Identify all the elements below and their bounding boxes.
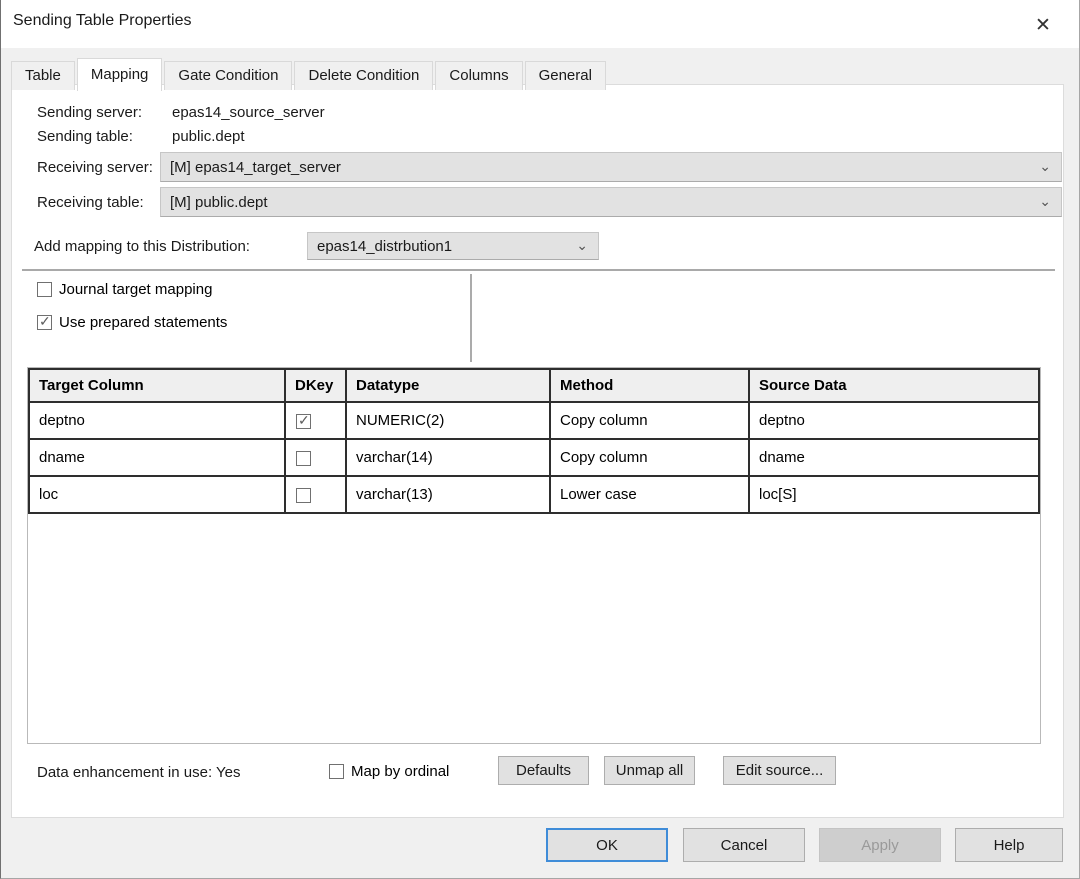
cell-method[interactable]: Lower case — [550, 476, 749, 513]
apply-button[interactable]: Apply — [819, 828, 941, 862]
cell-source-data[interactable]: dname — [749, 439, 1039, 476]
sending-server-value: epas14_source_server — [172, 104, 325, 121]
unmap-all-button[interactable]: Unmap all — [604, 756, 695, 785]
map-by-ordinal-label: Map by ordinal — [351, 763, 449, 780]
cell-method[interactable]: Copy column — [550, 439, 749, 476]
tab-strip: Table Mapping Gate Condition Delete Cond… — [11, 57, 608, 90]
cell-datatype[interactable]: NUMERIC(2) — [346, 402, 550, 439]
ok-button[interactable]: OK — [546, 828, 668, 862]
use-prepared-statements-option[interactable]: ✓ Use prepared statements — [37, 314, 227, 331]
chevron-down-icon: ⌄ — [576, 238, 588, 252]
data-enhancement-status: Data enhancement in use: Yes — [37, 764, 240, 781]
receiving-table-select[interactable]: [M] public.dept ⌄ — [160, 187, 1062, 217]
distribution-label: Add mapping to this Distribution: — [34, 238, 250, 255]
close-icon[interactable]: ✕ — [1025, 8, 1061, 42]
tab-gate-condition[interactable]: Gate Condition — [164, 61, 292, 90]
table-row[interactable]: dname ✓ varchar(14) Copy column dname — [29, 439, 1039, 476]
tab-delete-condition[interactable]: Delete Condition — [294, 61, 433, 90]
sending-server-label: Sending server: — [37, 104, 142, 121]
receiving-server-select[interactable]: [M] epas14_target_server ⌄ — [160, 152, 1062, 182]
cell-datatype[interactable]: varchar(13) — [346, 476, 550, 513]
chevron-down-icon: ⌄ — [1039, 194, 1051, 208]
cell-datatype[interactable]: varchar(14) — [346, 439, 550, 476]
tab-columns[interactable]: Columns — [435, 61, 522, 90]
journal-target-mapping-label: Journal target mapping — [59, 281, 212, 298]
cell-target-column[interactable]: deptno — [29, 402, 285, 439]
col-header-target-column[interactable]: Target Column — [29, 369, 285, 402]
receiving-server-selected: [M] epas14_target_server — [170, 159, 341, 176]
dkey-checkbox[interactable]: ✓ — [296, 451, 311, 466]
window-title: Sending Table Properties — [13, 12, 192, 30]
cell-dkey[interactable]: ✓ — [285, 439, 346, 476]
grid-header-row: Target Column DKey Datatype Method Sourc… — [29, 369, 1039, 402]
tab-mapping[interactable]: Mapping — [77, 58, 163, 91]
col-header-datatype[interactable]: Datatype — [346, 369, 550, 402]
tab-table[interactable]: Table — [11, 61, 75, 90]
check-icon: ✓ — [298, 412, 310, 429]
distribution-selected: epas14_distrbution1 — [317, 238, 452, 255]
receiving-table-selected: [M] public.dept — [170, 194, 268, 211]
sending-table-value: public.dept — [172, 128, 245, 145]
chevron-down-icon: ⌄ — [1039, 159, 1051, 173]
help-button[interactable]: Help — [955, 828, 1063, 862]
edit-source-button[interactable]: Edit source... — [723, 756, 836, 785]
cancel-button[interactable]: Cancel — [683, 828, 805, 862]
check-icon: ✓ — [39, 313, 51, 330]
receiving-table-label: Receiving table: — [37, 194, 144, 211]
col-header-method[interactable]: Method — [550, 369, 749, 402]
use-prepared-statements-label: Use prepared statements — [59, 314, 227, 331]
dkey-checkbox[interactable]: ✓ — [296, 414, 311, 429]
cell-target-column[interactable]: loc — [29, 476, 285, 513]
mapping-grid-panel: Target Column DKey Datatype Method Sourc… — [27, 367, 1041, 744]
journal-target-mapping-option[interactable]: ✓ Journal target mapping — [37, 281, 212, 298]
use-prepared-statements-checkbox[interactable]: ✓ — [37, 315, 52, 330]
mapping-tab-page: Sending server: epas14_source_server Sen… — [11, 84, 1064, 818]
cell-source-data[interactable]: deptno — [749, 402, 1039, 439]
tab-general[interactable]: General — [525, 61, 606, 90]
vertical-separator — [470, 274, 472, 362]
cell-method[interactable]: Copy column — [550, 402, 749, 439]
map-by-ordinal-option[interactable]: ✓ Map by ordinal — [329, 763, 449, 780]
mapping-grid: Target Column DKey Datatype Method Sourc… — [28, 368, 1040, 514]
cell-target-column[interactable]: dname — [29, 439, 285, 476]
table-row[interactable]: deptno ✓ NUMERIC(2) Copy column deptno — [29, 402, 1039, 439]
horizontal-separator — [22, 269, 1055, 271]
defaults-button[interactable]: Defaults — [498, 756, 589, 785]
dkey-checkbox[interactable]: ✓ — [296, 488, 311, 503]
cell-dkey[interactable]: ✓ — [285, 476, 346, 513]
map-by-ordinal-checkbox[interactable]: ✓ — [329, 764, 344, 779]
cell-source-data[interactable]: loc[S] — [749, 476, 1039, 513]
cell-dkey[interactable]: ✓ — [285, 402, 346, 439]
receiving-server-label: Receiving server: — [37, 159, 153, 176]
journal-target-mapping-checkbox[interactable]: ✓ — [37, 282, 52, 297]
col-header-dkey[interactable]: DKey — [285, 369, 346, 402]
titlebar: Sending Table Properties ✕ — [1, 0, 1079, 48]
table-row[interactable]: loc ✓ varchar(13) Lower case loc[S] — [29, 476, 1039, 513]
distribution-select[interactable]: epas14_distrbution1 ⌄ — [307, 232, 599, 260]
sending-table-properties-dialog: Sending Table Properties ✕ Table Mapping… — [0, 0, 1080, 879]
col-header-source-data[interactable]: Source Data — [749, 369, 1039, 402]
sending-table-label: Sending table: — [37, 128, 133, 145]
